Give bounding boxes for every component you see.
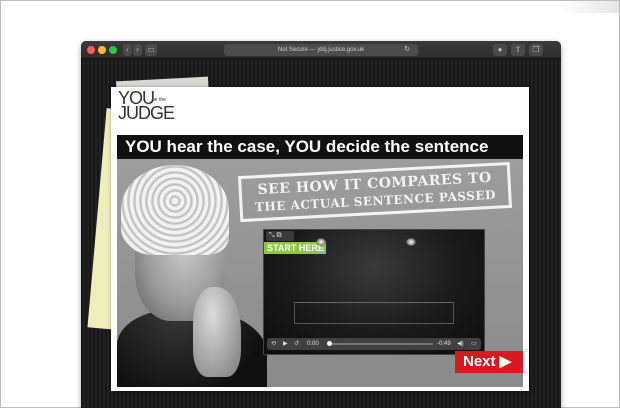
chevron-left-icon[interactable]: ‹ xyxy=(123,44,132,56)
volume-icon[interactable]: ◀) xyxy=(457,338,464,350)
hero-panel: SEE HOW IT COMPARES TO THE ACTUAL SENTEN… xyxy=(117,159,523,387)
ceiling-light xyxy=(316,238,326,246)
page-headline: YOU hear the case, YOU decide the senten… xyxy=(117,135,523,159)
address-bar[interactable]: Not Secure — ybtj.justice.gov.uk ↻ xyxy=(224,44,418,56)
minimize-window-button[interactable] xyxy=(98,46,106,54)
info-icon[interactable]: ● xyxy=(493,44,507,56)
skip-icon[interactable]: ↺ xyxy=(294,338,299,350)
sidebar-icon[interactable]: ▭ xyxy=(145,44,157,56)
browser-titlebar: ‹ › ▭ Not Secure — ybtj.justice.gov.uk ↻… xyxy=(81,41,561,59)
compare-stamp: SEE HOW IT COMPARES TO THE ACTUAL SENTEN… xyxy=(237,161,513,223)
chevron-right-icon[interactable]: › xyxy=(133,44,142,56)
logo-judge: JUDGE xyxy=(118,103,175,123)
ybtj-logo[interactable]: YOU be the JUDGE xyxy=(118,89,175,123)
airplay-icon[interactable]: ▭ xyxy=(471,338,477,350)
fullscreen-pip-icons[interactable]: ⤡ ⧉ xyxy=(266,231,294,241)
tabs-icon[interactable]: ❐ xyxy=(529,44,543,56)
address-text: Not Secure — ybtj.justice.gov.uk xyxy=(277,47,365,53)
video-scrubber[interactable] xyxy=(327,341,433,346)
judge-hand-image xyxy=(193,287,241,377)
logo-be-the: be the xyxy=(152,97,166,103)
video-controls: ⟲ ▶ ↺ 0:00 -0:49 ◀) ▭ xyxy=(267,338,481,350)
video-player[interactable]: ⤡ ⧉ START HERE ⟲ ▶ ↺ 0:00 -0:49 ◀) ▭ xyxy=(263,229,485,355)
ceiling-light xyxy=(406,238,416,246)
corner-shade xyxy=(559,1,619,13)
remaining-time: -0:49 xyxy=(437,341,451,347)
close-window-button[interactable] xyxy=(87,46,95,54)
maximize-window-button[interactable] xyxy=(109,46,117,54)
rewind-icon[interactable]: ⟲ xyxy=(271,338,276,350)
content-card: YOU be the JUDGE YOU hear the case, YOU … xyxy=(111,87,529,391)
judge-wig-image xyxy=(121,165,229,255)
screenshot-frame: ‹ › ▭ Not Secure — ybtj.justice.gov.uk ↻… xyxy=(0,0,620,408)
share-icon[interactable]: ⇧ xyxy=(511,44,525,56)
play-icon[interactable]: ▶ xyxy=(283,338,288,350)
web-page: YOU be the JUDGE YOU hear the case, YOU … xyxy=(81,59,561,408)
next-button[interactable]: Next ▶ xyxy=(455,351,523,373)
courtroom-floor xyxy=(294,302,454,324)
scrubber-knob[interactable] xyxy=(327,341,332,346)
current-time: 0:00 xyxy=(307,341,319,347)
reload-icon[interactable]: ↻ xyxy=(404,44,410,56)
browser-window: ‹ › ▭ Not Secure — ybtj.justice.gov.uk ↻… xyxy=(81,41,561,408)
